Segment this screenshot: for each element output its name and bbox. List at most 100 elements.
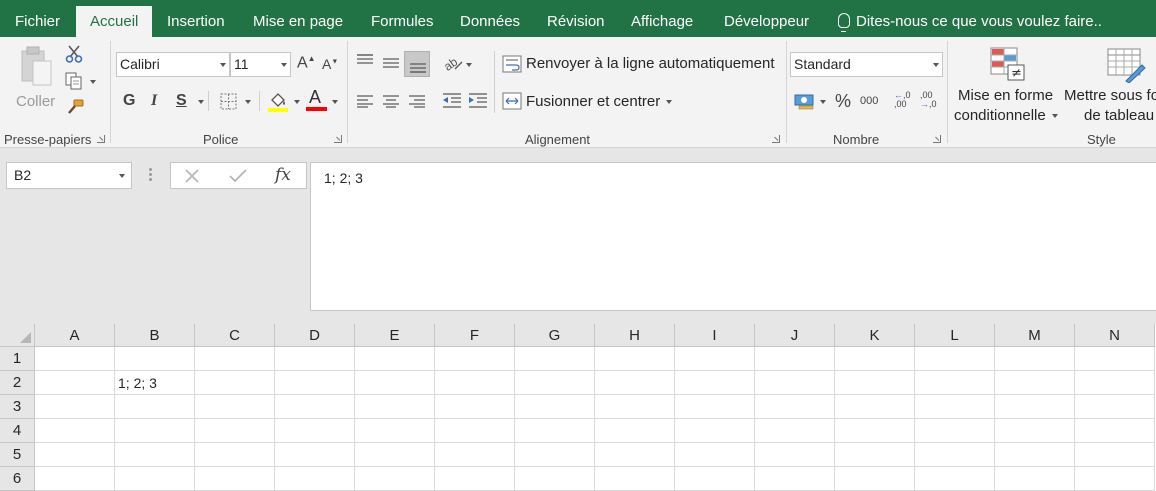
tab-developpeur[interactable]: Développeur	[724, 0, 809, 37]
cell-i2[interactable]	[675, 371, 755, 395]
align-center-icon[interactable]	[382, 94, 400, 108]
comma-style-button[interactable]: 000	[860, 95, 878, 107]
row-header-2[interactable]: 2	[0, 371, 35, 395]
cell-f4[interactable]	[435, 419, 515, 443]
column-header-n[interactable]: N	[1075, 324, 1155, 347]
paste-button[interactable]: Coller	[10, 43, 62, 111]
cell-a2[interactable]	[35, 371, 115, 395]
cell-d4[interactable]	[275, 419, 355, 443]
cell-n4[interactable]	[1075, 419, 1155, 443]
cell-c1[interactable]	[195, 347, 275, 371]
cell-k4[interactable]	[835, 419, 915, 443]
column-header-h[interactable]: H	[595, 324, 675, 347]
cell-c2[interactable]	[195, 371, 275, 395]
row-header-6[interactable]: 6	[0, 467, 35, 491]
cell-a3[interactable]	[35, 395, 115, 419]
cell-l2[interactable]	[915, 371, 995, 395]
format-as-table-button[interactable]: Mettre sous fo de tableau	[1062, 45, 1156, 125]
tab-affichage[interactable]: Affichage	[631, 0, 693, 37]
cell-i1[interactable]	[675, 347, 755, 371]
tab-accueil[interactable]: Accueil	[76, 6, 153, 37]
cell-c5[interactable]	[195, 443, 275, 467]
tab-formules[interactable]: Formules	[371, 0, 434, 37]
cut-icon[interactable]	[65, 45, 83, 63]
cell-m4[interactable]	[995, 419, 1075, 443]
cell-h3[interactable]	[595, 395, 675, 419]
copy-icon[interactable]	[65, 72, 83, 90]
cell-l4[interactable]	[915, 419, 995, 443]
cell-b3[interactable]	[115, 395, 195, 419]
column-header-j[interactable]: J	[755, 324, 835, 347]
cell-m5[interactable]	[995, 443, 1075, 467]
cell-f3[interactable]	[435, 395, 515, 419]
cell-b6[interactable]	[115, 467, 195, 491]
cell-d5[interactable]	[275, 443, 355, 467]
number-format-combo[interactable]: Standard	[790, 52, 943, 77]
cell-n3[interactable]	[1075, 395, 1155, 419]
cell-n6[interactable]	[1075, 467, 1155, 491]
cell-e2[interactable]	[355, 371, 435, 395]
cell-j2[interactable]	[755, 371, 835, 395]
cell-n2[interactable]	[1075, 371, 1155, 395]
row-header-4[interactable]: 4	[0, 419, 35, 443]
enter-check-icon[interactable]	[229, 169, 247, 183]
cell-d3[interactable]	[275, 395, 355, 419]
column-header-k[interactable]: K	[835, 324, 915, 347]
cell-e5[interactable]	[355, 443, 435, 467]
increase-indent-icon[interactable]	[468, 93, 488, 109]
cancel-icon[interactable]	[185, 169, 199, 183]
align-bottom-button[interactable]	[404, 51, 430, 77]
align-middle-icon[interactable]	[382, 57, 400, 71]
row-header-5[interactable]: 5	[0, 443, 35, 467]
cell-c3[interactable]	[195, 395, 275, 419]
cell-f2[interactable]	[435, 371, 515, 395]
select-all-button[interactable]	[0, 324, 35, 347]
cell-j5[interactable]	[755, 443, 835, 467]
cell-j4[interactable]	[755, 419, 835, 443]
cell-d1[interactable]	[275, 347, 355, 371]
increase-decimal-button[interactable]: ←,0,00	[894, 91, 914, 113]
cell-b2[interactable]: 1; 2; 3	[115, 371, 195, 395]
cell-e3[interactable]	[355, 395, 435, 419]
cell-a6[interactable]	[35, 467, 115, 491]
cell-k3[interactable]	[835, 395, 915, 419]
tell-me-search[interactable]: Dites-nous ce que vous voulez faire..	[838, 0, 1102, 37]
column-header-l[interactable]: L	[915, 324, 995, 347]
tab-mise-en-page[interactable]: Mise en page	[253, 0, 343, 37]
cell-g6[interactable]	[515, 467, 595, 491]
font-color-button[interactable]: A	[306, 87, 328, 113]
cell-l5[interactable]	[915, 443, 995, 467]
merge-center-button[interactable]: Fusionner et centrer	[502, 90, 682, 114]
cell-k5[interactable]	[835, 443, 915, 467]
cell-m1[interactable]	[995, 347, 1075, 371]
font-color-dropdown-arrow[interactable]	[332, 100, 338, 104]
cell-m2[interactable]	[995, 371, 1075, 395]
align-left-icon[interactable]	[356, 94, 374, 108]
decrease-indent-icon[interactable]	[442, 93, 462, 109]
name-box[interactable]: B2	[6, 162, 132, 189]
fill-color-dropdown-arrow[interactable]	[294, 100, 300, 104]
align-right-icon[interactable]	[408, 94, 426, 108]
cell-i5[interactable]	[675, 443, 755, 467]
cell-d2[interactable]	[275, 371, 355, 395]
cell-f1[interactable]	[435, 347, 515, 371]
column-header-a[interactable]: A	[35, 324, 115, 347]
cell-l6[interactable]	[915, 467, 995, 491]
italic-button[interactable]: I	[151, 92, 157, 110]
cell-j1[interactable]	[755, 347, 835, 371]
cell-j3[interactable]	[755, 395, 835, 419]
cell-g3[interactable]	[515, 395, 595, 419]
cell-b5[interactable]	[115, 443, 195, 467]
cell-c6[interactable]	[195, 467, 275, 491]
clipboard-launcher-icon[interactable]	[97, 135, 105, 143]
cell-n5[interactable]	[1075, 443, 1155, 467]
column-header-i[interactable]: I	[675, 324, 755, 347]
cell-h5[interactable]	[595, 443, 675, 467]
column-header-g[interactable]: G	[515, 324, 595, 347]
cell-h4[interactable]	[595, 419, 675, 443]
conditional-formatting-button[interactable]: ≠ Mise en forme conditionnelle	[952, 45, 1060, 125]
column-header-m[interactable]: M	[995, 324, 1075, 347]
borders-dropdown-arrow[interactable]	[245, 100, 251, 104]
cell-k1[interactable]	[835, 347, 915, 371]
cell-a4[interactable]	[35, 419, 115, 443]
